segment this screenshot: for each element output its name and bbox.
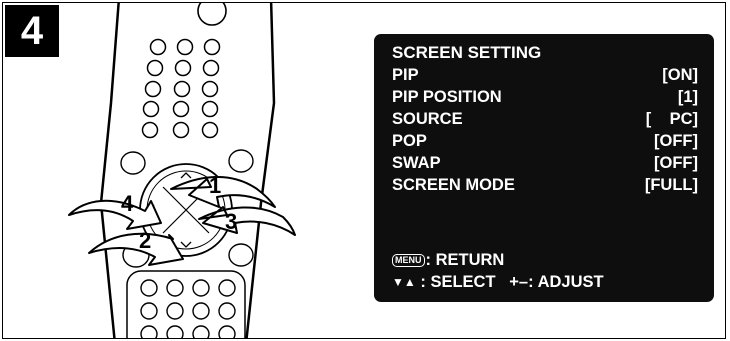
osd-row-pip-position[interactable]: PIP POSITION [1] bbox=[392, 86, 698, 108]
keypad-button-icon[interactable] bbox=[203, 38, 221, 56]
menu-key-icon: MENU bbox=[392, 254, 425, 267]
osd-row-value: [OFF] bbox=[654, 132, 698, 150]
keypad-button-icon[interactable] bbox=[201, 80, 219, 98]
function-button-icon[interactable] bbox=[228, 149, 254, 173]
up-down-arrows-icon: ▼▲ bbox=[392, 275, 416, 289]
keypad-button-icon[interactable] bbox=[192, 302, 210, 320]
keypad-button-icon[interactable] bbox=[202, 59, 220, 77]
keypad-button-icon[interactable] bbox=[166, 279, 184, 297]
osd-row-swap[interactable]: SWAP [OFF] bbox=[392, 152, 698, 174]
function-button-icon[interactable] bbox=[228, 243, 254, 267]
osd-footer-help: MENU: RETURN ▼▲ : SELECT +–: ADJUST bbox=[392, 249, 604, 293]
osd-row-value: [1] bbox=[677, 88, 698, 106]
left-right-arrow-icon: +– bbox=[509, 273, 529, 291]
osd-row-value: [FULL] bbox=[644, 176, 698, 194]
keypad-button-icon[interactable] bbox=[201, 121, 219, 139]
osd-row-label: SWAP bbox=[392, 154, 441, 172]
keypad-button-icon[interactable] bbox=[174, 59, 192, 77]
keypad-button-icon[interactable] bbox=[142, 100, 160, 118]
osd-row-screen-mode[interactable]: SCREEN MODE [FULL] bbox=[392, 174, 698, 196]
keypad-button-icon[interactable] bbox=[149, 38, 167, 56]
osd-row-pop[interactable]: POP [OFF] bbox=[392, 130, 698, 152]
keypad-button-icon[interactable] bbox=[166, 302, 184, 320]
arrow-label-3: 3 bbox=[225, 209, 237, 234]
arrow-label-4: 4 bbox=[121, 191, 134, 216]
keypad-button-icon[interactable] bbox=[144, 80, 162, 98]
keypad-button-icon[interactable] bbox=[192, 279, 210, 297]
screen-setting-osd-menu: SCREEN SETTING PIP [ON] PIP POSITION [1]… bbox=[374, 34, 714, 302]
keypad-button-icon[interactable] bbox=[141, 121, 159, 139]
adjust-hint-text: : ADJUST bbox=[528, 273, 604, 291]
keypad-button-icon[interactable] bbox=[146, 59, 164, 77]
osd-row-label: PIP bbox=[392, 66, 419, 84]
osd-row-value: [ PC] bbox=[645, 110, 698, 128]
instruction-panel: 4 1 2 3 4 SCREEN SETTING PIP [ON] PIP PO… bbox=[2, 2, 726, 339]
osd-row-source[interactable]: SOURCE [ PC] bbox=[392, 108, 698, 130]
keypad-button-icon[interactable] bbox=[172, 121, 190, 139]
keypad-button-icon[interactable] bbox=[218, 279, 236, 297]
osd-row-pip[interactable]: PIP [ON] bbox=[392, 64, 698, 86]
osd-row-value: [OFF] bbox=[654, 154, 698, 172]
number-keypad bbox=[141, 38, 221, 139]
keypad-button-icon[interactable] bbox=[192, 325, 210, 339]
select-hint-text: : SELECT bbox=[420, 273, 496, 291]
keypad-button-icon[interactable] bbox=[166, 325, 184, 339]
osd-select-adjust-hint: ▼▲ : SELECT +–: ADJUST bbox=[392, 271, 604, 293]
keypad-button-icon[interactable] bbox=[176, 38, 194, 56]
keypad-button-icon[interactable] bbox=[218, 325, 236, 339]
keypad-button-icon[interactable] bbox=[172, 100, 190, 118]
keypad-button-icon[interactable] bbox=[173, 80, 191, 98]
osd-row-label: POP bbox=[392, 132, 427, 150]
power-button-icon[interactable] bbox=[197, 3, 227, 26]
osd-settings-list: PIP [ON] PIP POSITION [1] SOURCE [ PC] P… bbox=[392, 64, 698, 196]
arrow-label-1: 1 bbox=[209, 173, 221, 198]
keypad-button-icon[interactable] bbox=[140, 279, 158, 297]
osd-row-label: PIP POSITION bbox=[392, 88, 502, 106]
osd-return-hint: MENU: RETURN bbox=[392, 249, 604, 271]
keypad-button-icon[interactable] bbox=[140, 302, 158, 320]
osd-row-value: [ON] bbox=[662, 66, 698, 84]
keypad-button-icon[interactable] bbox=[201, 100, 219, 118]
return-hint-text: : RETURN bbox=[425, 251, 505, 269]
osd-title: SCREEN SETTING bbox=[392, 43, 542, 62]
keypad-button-icon[interactable] bbox=[140, 325, 158, 339]
keypad-button-icon[interactable] bbox=[218, 302, 236, 320]
arrow-label-2: 2 bbox=[139, 228, 151, 253]
function-button-icon[interactable] bbox=[120, 151, 146, 175]
osd-row-label: SOURCE bbox=[392, 110, 463, 128]
remote-control-illustration: 1 2 3 4 bbox=[68, 3, 296, 339]
osd-row-label: SCREEN MODE bbox=[392, 176, 515, 194]
